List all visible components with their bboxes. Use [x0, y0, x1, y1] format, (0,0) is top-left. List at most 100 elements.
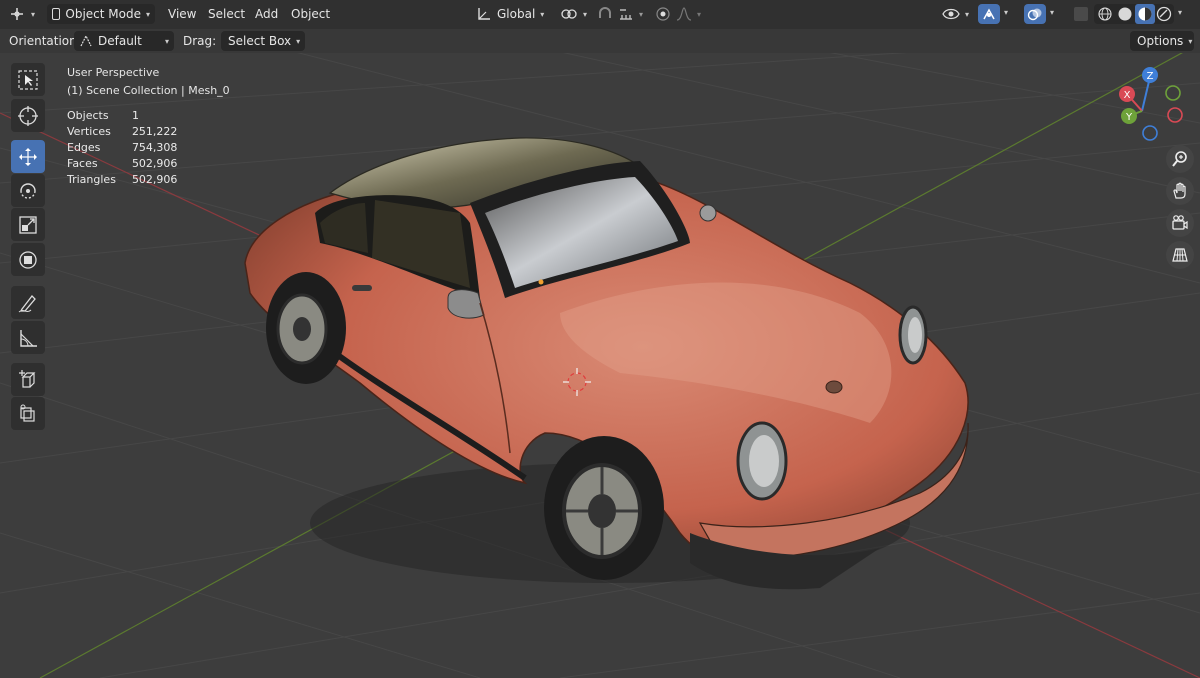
orientation-label: Global	[497, 7, 536, 21]
gizmo-y-label: Y	[1125, 112, 1133, 123]
visibility-dropdown[interactable]: ▾	[942, 4, 974, 24]
overlay-toggle[interactable]	[1024, 4, 1046, 24]
chevron-down-icon: ▾	[697, 9, 702, 19]
chevron-down-icon: ▾	[296, 36, 301, 46]
extrude-tool[interactable]	[11, 397, 45, 430]
proportional-falloff-dropdown[interactable]: ▾	[676, 4, 706, 24]
proportional-edit-toggle[interactable]	[652, 4, 674, 24]
transform-tool[interactable]	[11, 243, 45, 276]
stat-label: Faces	[67, 157, 98, 170]
drag-field-label: Drag:	[183, 34, 217, 48]
mode-label: Object Mode	[65, 7, 141, 21]
snap-toggle[interactable]	[594, 4, 616, 24]
stat-label: Vertices	[67, 125, 111, 138]
viewport-header: ▾ Object Mode ▾ View Select Add Object G…	[0, 0, 1200, 29]
menu-view[interactable]: View	[168, 7, 196, 21]
options-label: Options	[1137, 34, 1184, 48]
xray-toggle[interactable]	[1070, 4, 1092, 24]
shading-rendered-icon[interactable]	[1156, 6, 1172, 22]
zoom-icon	[1172, 151, 1187, 167]
stat-value: 754,308	[131, 141, 178, 154]
snap-increment-icon	[620, 9, 632, 20]
orientation-axes-icon	[478, 8, 490, 20]
mode-dropdown[interactable]: Object Mode ▾	[47, 4, 155, 24]
chevron-down-icon[interactable]: ▾	[1050, 8, 1054, 17]
xray-icon	[1074, 7, 1088, 21]
chevron-down-icon: ▾	[164, 36, 169, 46]
menu-select[interactable]: Select	[208, 7, 245, 21]
collection-label: (1) Scene Collection | Mesh_0	[67, 84, 230, 97]
statistics-table: Objects 1 Vertices 251,222 Edges 754,308 Fa…	[67, 109, 177, 189]
stat-row: Faces 502,906	[67, 157, 177, 173]
select-box-tool[interactable]	[11, 63, 45, 96]
options-dropdown[interactable]: Options ▾	[1130, 31, 1194, 51]
menu-object[interactable]: Object	[291, 7, 330, 21]
measure-tool[interactable]	[11, 321, 45, 354]
annotate-icon	[18, 294, 36, 312]
car-model	[244, 137, 969, 590]
stat-value: 502,906	[131, 157, 178, 170]
stat-value: 251,222	[131, 125, 178, 138]
gizmo-neg-x-axis[interactable]	[1167, 107, 1183, 123]
cursor-tool[interactable]	[11, 99, 45, 132]
navigation-gizmo[interactable]: Z X Y	[1110, 66, 1190, 146]
chevron-down-icon: ▾	[145, 9, 150, 19]
add-cube-tool[interactable]	[11, 363, 45, 396]
annotate-tool[interactable]	[11, 286, 45, 319]
pivot-point-dropdown[interactable]: ▾	[560, 4, 590, 24]
stat-label: Edges	[67, 141, 101, 154]
orientation-gizmo-icon	[80, 34, 92, 47]
viewport-info: User Perspective (1) Scene Collection | …	[67, 64, 230, 189]
snap-target-dropdown[interactable]: ▾	[618, 4, 648, 24]
gizmo-toggle[interactable]	[978, 4, 1000, 24]
shading-material-button[interactable]	[1135, 4, 1155, 24]
3d-viewport[interactable]: User Perspective (1) Scene Collection | …	[0, 53, 1200, 678]
cursor-icon	[18, 105, 38, 126]
stat-label: Triangles	[67, 173, 116, 186]
stat-row: Triangles 502,906	[67, 173, 177, 189]
chevron-down-icon[interactable]: ▾	[1178, 8, 1182, 17]
editor-type-button[interactable]: ▾	[8, 4, 42, 24]
move-tool[interactable]	[11, 140, 45, 173]
zoom-button[interactable]	[1166, 145, 1194, 173]
gizmo-neg-z-axis[interactable]	[1142, 125, 1158, 141]
drag-dropdown[interactable]: Select Box ▾	[221, 31, 305, 51]
camera-view-button[interactable]	[1166, 209, 1194, 237]
shading-wireframe-icon[interactable]	[1097, 6, 1113, 22]
chevron-down-icon: ▾	[540, 9, 545, 19]
rotate-tool[interactable]	[11, 174, 45, 207]
chevron-down-icon: ▾	[31, 9, 36, 19]
transform-orientation-dropdown[interactable]: Global ▾	[476, 4, 552, 24]
scale-icon	[19, 215, 37, 234]
stat-value: 1	[131, 109, 139, 122]
add-cube-icon	[19, 369, 36, 388]
stat-value: 502,906	[131, 173, 178, 186]
chevron-down-icon: ▾	[639, 9, 644, 19]
measure-icon	[20, 329, 37, 347]
falloff-curve-icon	[676, 7, 692, 21]
shading-material-icon	[1138, 7, 1152, 21]
shading-solid-icon[interactable]	[1117, 6, 1133, 22]
pan-button[interactable]	[1166, 177, 1194, 205]
orientation-dropdown[interactable]: Default ▾	[74, 31, 174, 51]
transform-pivot-icon	[561, 9, 577, 19]
chevron-down-icon: ▾	[583, 9, 588, 19]
extrude-icon	[20, 404, 35, 422]
chevron-down-icon[interactable]: ▾	[1004, 8, 1008, 17]
orientation-value: Default	[98, 34, 142, 48]
pan-hand-icon	[1173, 182, 1186, 199]
view-name: User Perspective	[67, 66, 160, 79]
camera-icon	[1172, 215, 1188, 230]
scale-tool[interactable]	[11, 208, 45, 241]
menu-add[interactable]: Add	[255, 7, 278, 21]
orientation-field-label: Orientation:	[9, 34, 81, 48]
stat-row: Objects 1	[67, 109, 177, 125]
gizmo-neg-y-axis[interactable]	[1165, 85, 1181, 101]
object-mode-icon	[52, 8, 61, 20]
chevron-down-icon: ▾	[965, 9, 970, 19]
transform-icon	[19, 250, 37, 269]
move-icon	[19, 147, 37, 166]
perspective-toggle-button[interactable]	[1166, 241, 1194, 269]
proportional-edit-icon	[656, 7, 670, 21]
stat-row: Edges 754,308	[67, 141, 177, 157]
